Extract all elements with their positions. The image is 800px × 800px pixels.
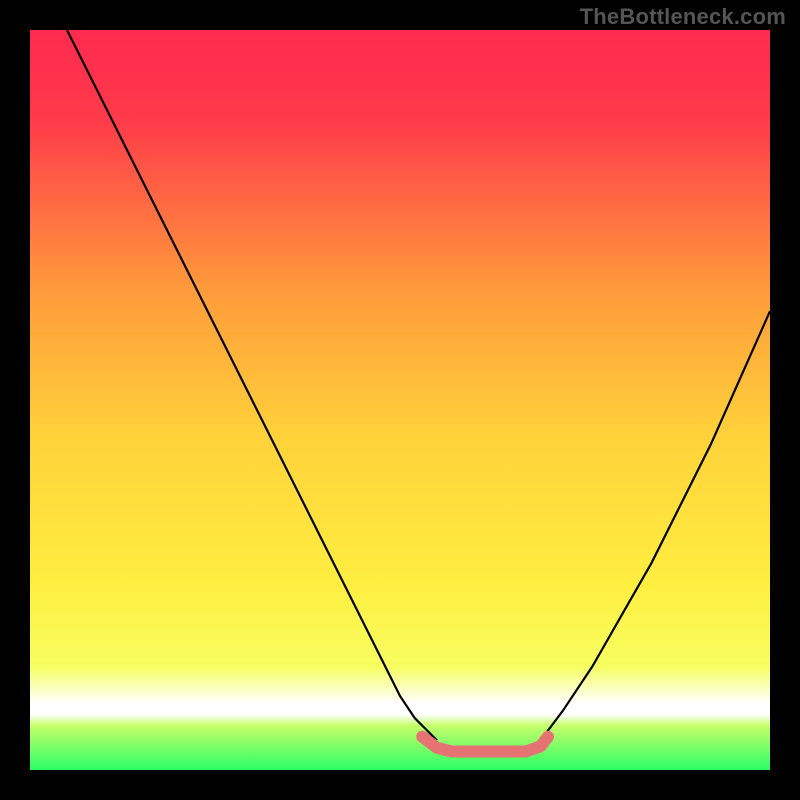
chart-plot-area	[30, 30, 770, 770]
watermark-text: TheBottleneck.com	[580, 4, 786, 30]
chart-svg	[30, 30, 770, 770]
chart-background-gradient	[30, 30, 770, 770]
